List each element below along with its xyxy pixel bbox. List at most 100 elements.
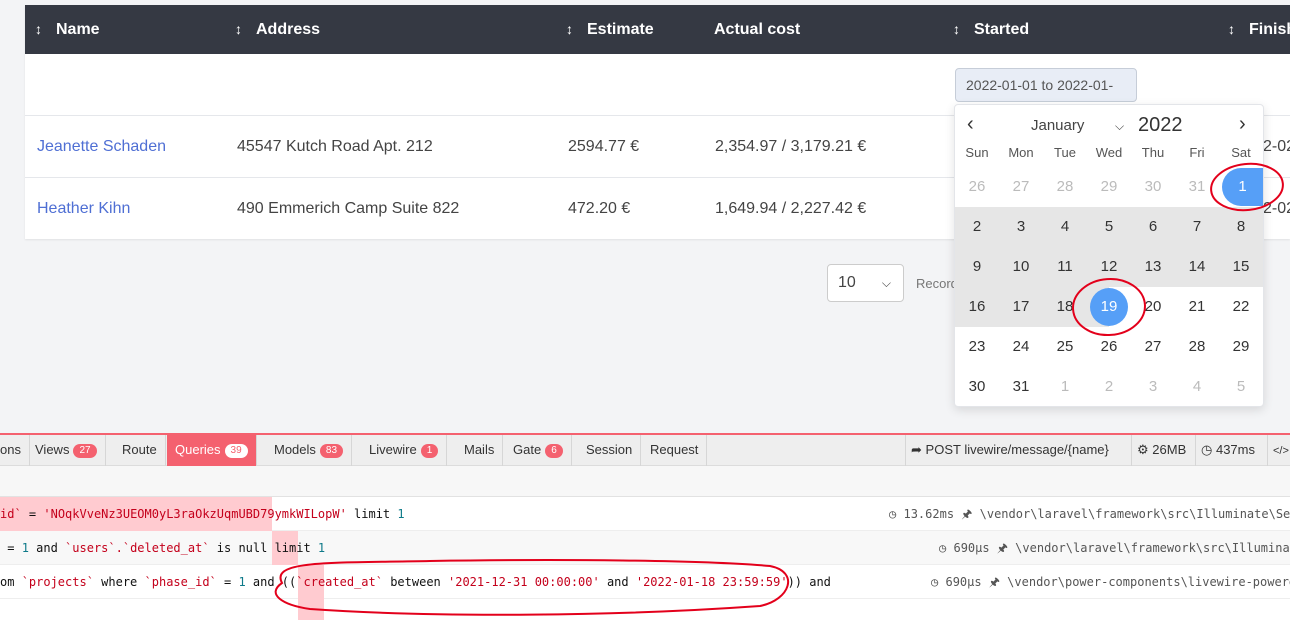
- query-meta: ◷ 690μs 🖈 \vendor\power-components\livew…: [931, 575, 1290, 589]
- started-date-range-input[interactable]: 2022-01-01 to 2022-01-: [955, 68, 1137, 102]
- calendar-day[interactable]: 26: [955, 167, 999, 207]
- calendar-day[interactable]: 3: [999, 207, 1043, 247]
- count-badge: 83: [319, 444, 344, 458]
- tab-request[interactable]: Request: [642, 435, 708, 466]
- calendar-day[interactable]: 12: [1087, 247, 1131, 287]
- month-select[interactable]: January: [1031, 117, 1084, 134]
- calendar-day[interactable]: 19: [1087, 287, 1131, 327]
- calendar-day[interactable]: 9: [955, 247, 999, 287]
- calendar-day[interactable]: 29: [1087, 167, 1131, 207]
- query-row[interactable]: id` = 'NOqkVveNz3UEOM0yL3raOkzUqmUBD79ym…: [0, 497, 1290, 531]
- weekday-label: Tue: [1054, 145, 1076, 160]
- tab-livewire[interactable]: Livewire 1: [361, 435, 448, 466]
- column-header-name[interactable]: ↕ Name: [35, 5, 100, 54]
- column-header-finish[interactable]: ↕Finish: [1228, 5, 1290, 54]
- calendar-day[interactable]: 3: [1131, 367, 1175, 407]
- code-toggle[interactable]: </>: [1267, 435, 1290, 466]
- weekday-label: Fri: [1189, 145, 1205, 160]
- clock-icon: ◷: [889, 507, 897, 521]
- memory-usage[interactable]: ⚙ 26MB: [1131, 435, 1191, 466]
- share-icon: ➦: [911, 442, 922, 457]
- tab-mails[interactable]: Mails: [456, 435, 504, 466]
- tab-queries[interactable]: Queries 39: [167, 435, 257, 466]
- debugbar-tabs: ons Views 27 Route Queries 39 Models 83 Liv…: [0, 435, 1290, 466]
- calendar-day[interactable]: 4: [1043, 207, 1087, 247]
- tab-views[interactable]: Views 27: [27, 435, 106, 466]
- per-page-select[interactable]: 10 ⌵: [827, 264, 904, 302]
- query-sql: id` = 'NOqkVveNz3UEOM0yL3raOkzUqmUBD79ym…: [0, 507, 405, 521]
- calendar-day[interactable]: 21: [1175, 287, 1219, 327]
- calendar-day[interactable]: 23: [955, 327, 999, 367]
- calendar-day[interactable]: 11: [1043, 247, 1087, 287]
- tab-gate[interactable]: Gate 6: [505, 435, 572, 466]
- calendar-day[interactable]: 15: [1219, 247, 1263, 287]
- request-route-info[interactable]: ➦ POST livewire/message/{name}: [905, 435, 1114, 466]
- column-header-actual-cost: Actual cost: [714, 21, 801, 38]
- calendar-day[interactable]: 2: [1087, 367, 1131, 407]
- calendar-day[interactable]: 1: [1219, 167, 1263, 207]
- estimate-cell: 2594.77 €: [568, 138, 640, 155]
- calendar-day[interactable]: 17: [999, 287, 1043, 327]
- chevron-down-icon: ⌵: [1115, 119, 1125, 133]
- calendar-day[interactable]: 7: [1175, 207, 1219, 247]
- calendar-day[interactable]: 10: [999, 247, 1043, 287]
- weekday-label: Thu: [1141, 145, 1165, 160]
- calendar-day[interactable]: 27: [999, 167, 1043, 207]
- calendar-day[interactable]: 14: [1175, 247, 1219, 287]
- calendar-day[interactable]: 5: [1087, 207, 1131, 247]
- calendar-day[interactable]: 4: [1175, 367, 1219, 407]
- query-sql: = 1 and `users`.`deleted_at` is null lim…: [0, 541, 326, 555]
- calendar-day[interactable]: 27: [1131, 327, 1175, 367]
- calendar-day[interactable]: 20: [1131, 287, 1175, 327]
- count-badge: 39: [224, 444, 248, 458]
- count-badge: 1: [420, 444, 439, 458]
- chevron-down-icon: ⌵: [881, 276, 891, 290]
- tab-route[interactable]: Route: [114, 435, 166, 466]
- calendar-day[interactable]: 16: [955, 287, 999, 327]
- calendar-day[interactable]: 31: [999, 367, 1043, 407]
- calendar-day[interactable]: 25: [1043, 327, 1087, 367]
- year-input[interactable]: 2022: [1138, 114, 1183, 137]
- calendar-day[interactable]: 22: [1219, 287, 1263, 327]
- pin-icon: 🖈: [996, 541, 1008, 555]
- calendar-day[interactable]: 30: [1131, 167, 1175, 207]
- count-badge: 6: [545, 444, 563, 458]
- next-month-icon[interactable]: ›: [1239, 113, 1246, 136]
- calendar-day[interactable]: 28: [1175, 327, 1219, 367]
- tab-extensions[interactable]: ons: [0, 435, 30, 466]
- sort-arrows-icon: ↕: [235, 21, 242, 37]
- calendar-day[interactable]: 29: [1219, 327, 1263, 367]
- column-header-address[interactable]: ↕ Address: [235, 5, 320, 54]
- actual-cost-cell: 2,354.97 / 3,179.21 €: [715, 138, 867, 155]
- date-picker-calendar: ‹ January ⌵ 2022 › Sun Mon Tue Wed Thu Fri Sat…: [954, 104, 1264, 407]
- query-meta: ◷ 13.62ms 🖈 \vendor\laravel\framework\sr…: [889, 507, 1290, 521]
- tab-session[interactable]: Session: [578, 435, 642, 466]
- calendar-day[interactable]: 26: [1087, 327, 1131, 367]
- records-label: Record: [916, 276, 958, 291]
- query-row[interactable]: = 1 and `users`.`deleted_at` is null lim…: [0, 531, 1290, 565]
- column-header-estimate[interactable]: ↕ Estimate: [566, 5, 654, 54]
- request-duration[interactable]: ◷ 437ms: [1195, 435, 1260, 466]
- prev-month-icon[interactable]: ‹: [967, 113, 974, 136]
- calendar-day[interactable]: 30: [955, 367, 999, 407]
- column-header-started[interactable]: ↕ Started: [953, 5, 1029, 54]
- sort-arrows-icon: ↕: [35, 21, 42, 37]
- calendar-day[interactable]: 31: [1175, 167, 1219, 207]
- calendar-day[interactable]: 1: [1043, 367, 1087, 407]
- project-name-link[interactable]: Heather Kihn: [37, 178, 130, 239]
- weekday-label: Mon: [1008, 145, 1034, 160]
- query-meta: ◷ 690μs 🖈 \vendor\laravel\framework\src\…: [939, 541, 1290, 555]
- clock-icon: ◷: [931, 575, 939, 589]
- query-row[interactable]: om `projects` where `phase_id` = 1 and (…: [0, 565, 1290, 620]
- calendar-day[interactable]: 24: [999, 327, 1043, 367]
- calendar-day[interactable]: 5: [1219, 367, 1263, 407]
- calendar-day[interactable]: 2: [955, 207, 999, 247]
- calendar-day[interactable]: 28: [1043, 167, 1087, 207]
- project-name-link[interactable]: Jeanette Schaden: [37, 116, 166, 178]
- sort-arrows-icon: ↕: [566, 21, 573, 37]
- calendar-day[interactable]: 13: [1131, 247, 1175, 287]
- tab-models[interactable]: Models 83: [266, 435, 353, 466]
- calendar-day[interactable]: 8: [1219, 207, 1263, 247]
- calendar-day[interactable]: 6: [1131, 207, 1175, 247]
- calendar-day[interactable]: 18: [1043, 287, 1087, 327]
